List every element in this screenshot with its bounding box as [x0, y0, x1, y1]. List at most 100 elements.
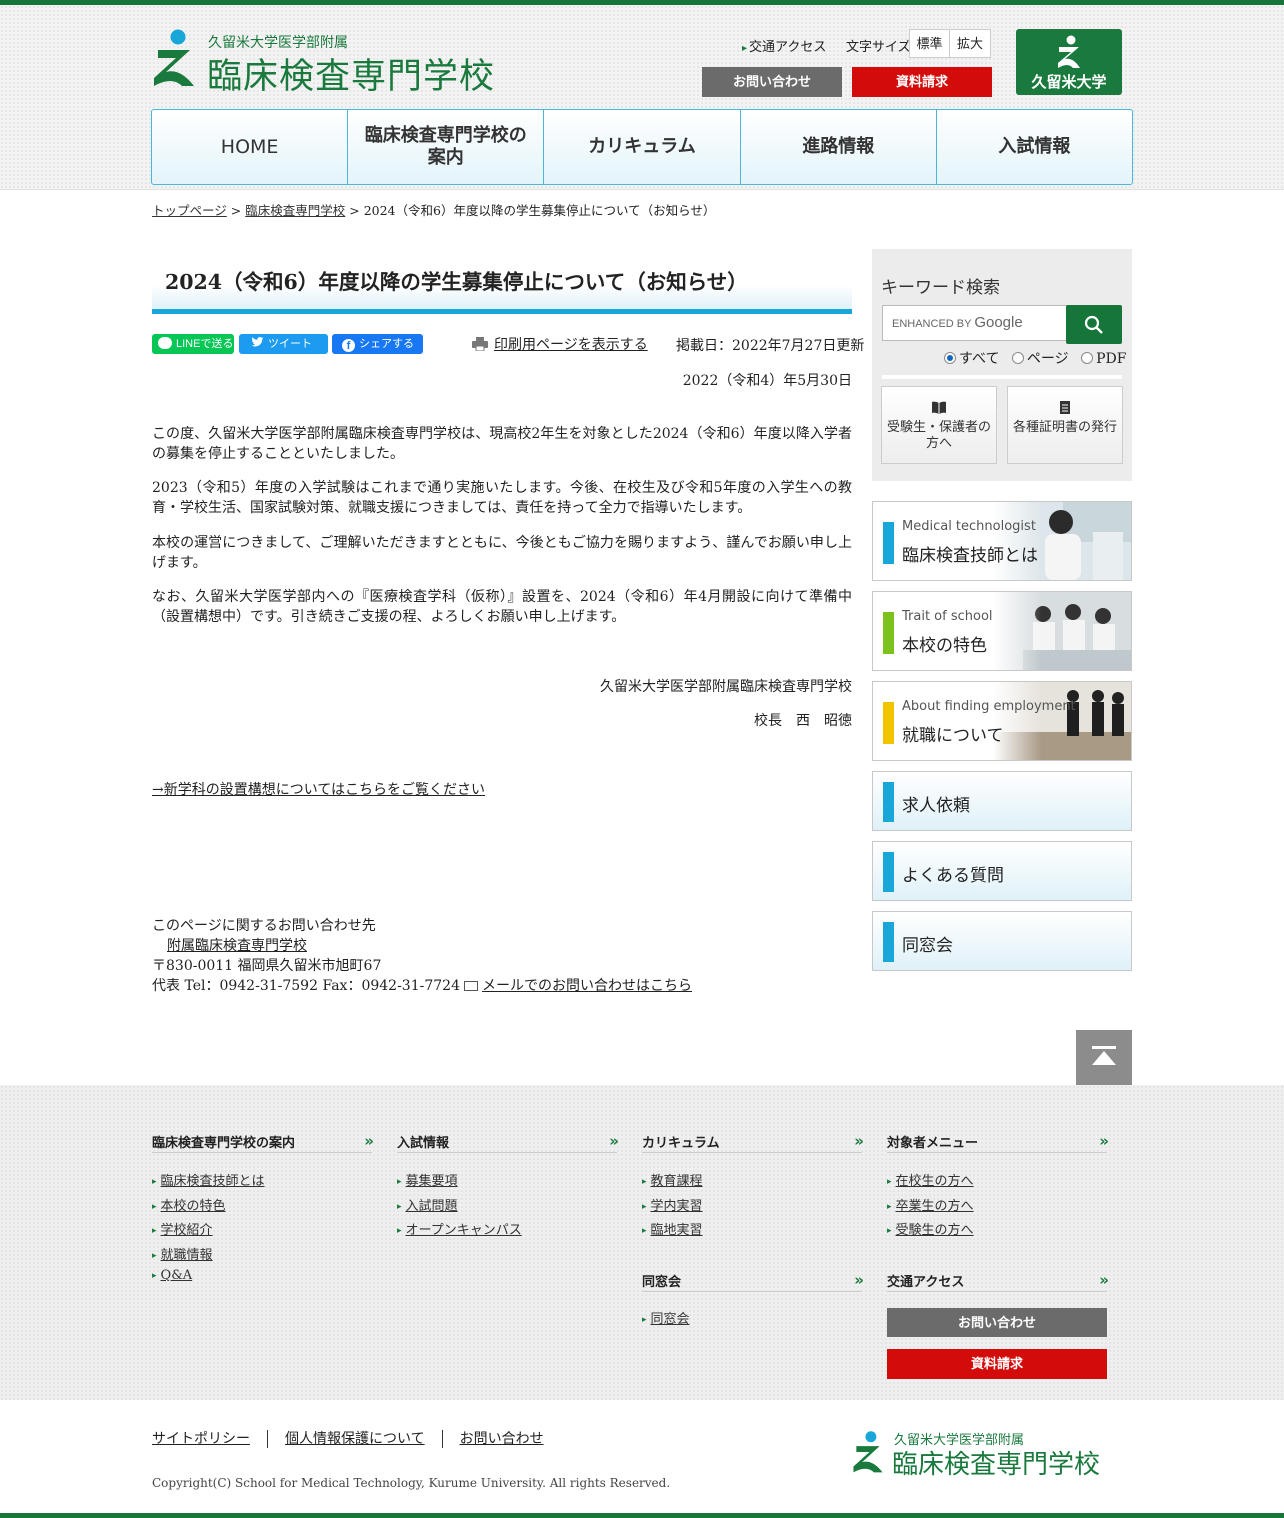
banner-ja: よくある質問: [902, 866, 1004, 886]
footer-heading-label: カリキュラム: [642, 1136, 720, 1151]
bird-icon: [251, 337, 264, 347]
footer-request-button[interactable]: 資料請求: [887, 1349, 1107, 1379]
privacy-link[interactable]: 個人情報保護について: [267, 1430, 442, 1448]
footer-heading-label: 入試情報: [397, 1136, 450, 1151]
footer-link[interactable]: オープンキャンパス: [406, 1223, 522, 1238]
footer-link[interactable]: 入試問題: [406, 1199, 458, 1214]
footer-logo[interactable]: 久留米大学医学部附属 臨床検査専門学校: [852, 1428, 1112, 1480]
global-nav: HOME 臨床検査専門学校の案内 カリキュラム 進路情報 入試情報: [151, 109, 1133, 185]
footer-link[interactable]: 募集要項: [406, 1174, 458, 1189]
double-chevron-icon: »: [854, 1271, 864, 1289]
font-large-button[interactable]: 拡大: [950, 29, 991, 58]
keyword-search-panel: キーワード検索 ENHANCED BY Google すべて ページ PDF 受…: [872, 249, 1132, 481]
post-date: 2022（令和4）年5月30日: [682, 373, 852, 389]
page-title-box: 2024（令和6）年度以降の学生募集停止について（お知らせ）: [152, 249, 852, 314]
footer-list-audience: 在校生の方へ 卒業生の方へ 受験生の方へ: [887, 1170, 974, 1244]
facebook-share-button[interactable]: f シェアする: [332, 334, 423, 354]
new-department-link[interactable]: →新学科の設置構想についてはこちらをご覧ください: [152, 779, 485, 799]
footer-link[interactable]: 就職情報: [161, 1248, 213, 1263]
site-logo[interactable]: 久留米大学医学部附属 臨床検査専門学校: [152, 28, 497, 97]
page-title: 2024（令和6）年度以降の学生募集停止について（お知らせ）: [165, 270, 748, 294]
search-button[interactable]: [1066, 305, 1122, 344]
footer-link[interactable]: 臨地実習: [651, 1223, 703, 1238]
banner-employment[interactable]: About finding employment 就職について: [872, 681, 1132, 761]
breadcrumb-parent[interactable]: 臨床検査専門学校: [245, 203, 345, 218]
request-materials-button[interactable]: 資料請求: [852, 67, 992, 97]
footer-heading-curriculum[interactable]: カリキュラム »: [642, 1123, 864, 1153]
contact-org-link[interactable]: 附属臨床検査専門学校: [167, 938, 307, 954]
scope-page-radio[interactable]: [1011, 352, 1024, 364]
footer-link[interactable]: 卒業生の方へ: [896, 1199, 974, 1214]
signature-org: 久留米大学医学部附属臨床検査専門学校: [600, 679, 852, 695]
footer-heading-audience[interactable]: 対象者メニュー »: [887, 1123, 1109, 1153]
footer-heading-label: 同窓会: [642, 1275, 682, 1290]
bottom-accent-bar: [0, 1513, 1284, 1518]
footer-link[interactable]: 臨床検査技師とは: [161, 1174, 265, 1189]
scope-all-radio[interactable]: [944, 352, 956, 364]
footer-link[interactable]: 本校の特色: [161, 1199, 226, 1214]
banner-accent: [883, 522, 894, 564]
contact-mail-link[interactable]: メールでのお問い合わせはこちら: [482, 978, 692, 994]
paragraph: なお、久留米大学医学部内への『医療検査学科（仮称）』設置を、2024（令和6）年…: [152, 589, 852, 625]
footer-link[interactable]: 学校紹介: [161, 1223, 213, 1238]
search-input[interactable]: ENHANCED BY Google: [882, 305, 1068, 341]
banner-faq[interactable]: よくある質問: [872, 841, 1132, 901]
footer-heading-admission[interactable]: 入試情報 »: [397, 1123, 619, 1153]
footer-link[interactable]: Q&A: [161, 1268, 193, 1283]
footer-heading-school[interactable]: 臨床検査専門学校の案内 »: [152, 1123, 374, 1153]
footer-list-curriculum: 教育課程 学内実習 臨地実習: [642, 1170, 703, 1244]
nav-curriculum[interactable]: カリキュラム: [544, 110, 741, 184]
banner-ja: 本校の特色: [902, 636, 987, 656]
footer-heading-access[interactable]: 交通アクセス »: [887, 1262, 1109, 1292]
nav-home[interactable]: HOME: [152, 110, 349, 184]
page-top-button[interactable]: [1076, 1030, 1132, 1085]
banner-medical-technologist[interactable]: Medical technologist 臨床検査技師とは: [872, 501, 1132, 581]
footer-link[interactable]: 学内実習: [651, 1199, 703, 1214]
breadcrumb-home[interactable]: トップページ: [152, 203, 227, 218]
site-policy-link[interactable]: サイトポリシー: [152, 1430, 267, 1448]
document-icon: [1060, 401, 1070, 414]
quick-link-applicants[interactable]: 受験生・保護者の方へ: [881, 386, 997, 464]
quick-link-applicants-label: 受験生・保護者の方へ: [886, 420, 991, 451]
quick-link-certificates[interactable]: 各種証明書の発行: [1007, 386, 1123, 464]
footer-heading-label: 臨床検査専門学校の案内: [152, 1136, 296, 1151]
facebook-icon: f: [342, 339, 355, 352]
banner-school-traits[interactable]: Trait of school 本校の特色: [872, 591, 1132, 671]
search-icon: [1084, 315, 1103, 334]
breadcrumb-separator: >: [230, 203, 242, 218]
nav-admission[interactable]: 入試情報: [937, 110, 1132, 184]
tweet-button[interactable]: ツイート: [239, 334, 328, 354]
font-normal-button[interactable]: 標準: [909, 29, 950, 58]
banner-job-request[interactable]: 求人依頼: [872, 771, 1132, 831]
double-chevron-icon: »: [1099, 1271, 1109, 1289]
scope-pdf-radio[interactable]: [1081, 352, 1094, 364]
double-chevron-icon: »: [364, 1132, 374, 1150]
banner-alumni[interactable]: 同窓会: [872, 911, 1132, 971]
signature-name: 校長 西 昭徳: [754, 713, 852, 729]
school-logo-icon: [154, 29, 194, 86]
footer-heading-alumni[interactable]: 同窓会 »: [642, 1262, 864, 1292]
nav-school-guide[interactable]: 臨床検査専門学校の案内: [348, 110, 545, 184]
footer-contact-button[interactable]: お問い合わせ: [887, 1308, 1107, 1337]
banner-accent: [883, 782, 894, 822]
footer-link[interactable]: 受験生の方へ: [896, 1223, 974, 1238]
university-logo[interactable]: 久留米大学: [1016, 29, 1122, 95]
scope-pdf-label: PDF: [1096, 351, 1127, 367]
banner-ja: 臨床検査技師とは: [902, 546, 1038, 566]
quick-link-certificates-label: 各種証明書の発行: [1012, 420, 1117, 435]
contact-button[interactable]: お問い合わせ: [702, 67, 842, 97]
footer-link[interactable]: 同窓会: [651, 1312, 690, 1327]
footer-link[interactable]: 教育課程: [651, 1174, 703, 1189]
footer-contact-link[interactable]: お問い合わせ: [441, 1430, 561, 1448]
access-link[interactable]: 交通アクセス: [742, 36, 826, 55]
divider: [882, 375, 1122, 379]
contact-heading: このページに関するお問い合わせ先: [152, 918, 376, 934]
print-link[interactable]: 印刷用ページを表示する: [472, 334, 648, 354]
footer-heading-label: 対象者メニュー: [887, 1136, 979, 1151]
footer-link[interactable]: 在校生の方へ: [896, 1174, 974, 1189]
classroom-photo: [993, 592, 1131, 670]
line-share-button[interactable]: LINEで送る: [152, 334, 234, 354]
scope-all-label: すべて: [959, 351, 1000, 367]
double-chevron-icon: »: [1099, 1132, 1109, 1150]
nav-career[interactable]: 進路情報: [741, 110, 937, 184]
